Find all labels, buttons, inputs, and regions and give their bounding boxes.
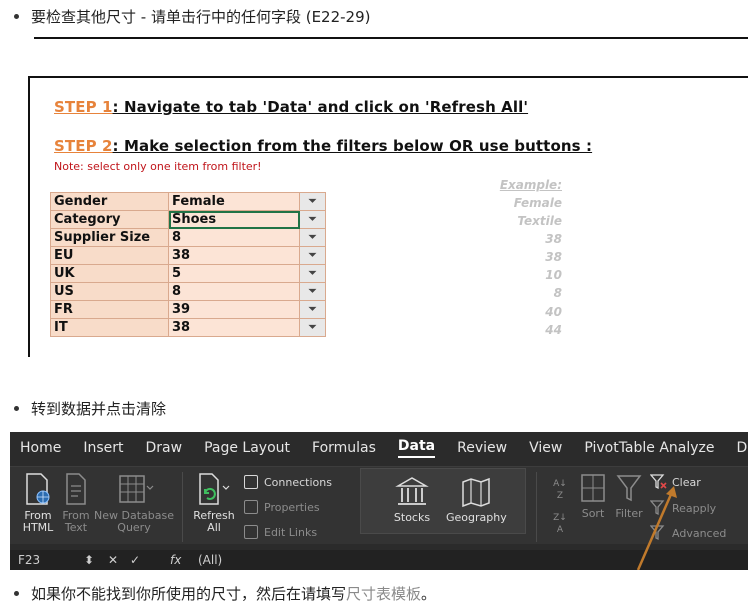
instruction-bullet-2: 转到数据并点击清除	[14, 398, 166, 419]
filter-dropdown-icon[interactable]: ⏷	[299, 300, 326, 319]
bullet-dot	[14, 591, 19, 596]
filter-label: Gender	[50, 192, 169, 211]
example-value: Female	[513, 196, 562, 210]
filter-label: EU	[50, 246, 169, 265]
example-value: 38	[545, 250, 562, 265]
filter-table: Gender Female ⏷ Category Shoes ⏷ Supplie…	[50, 192, 326, 337]
filter-label: Supplier Size	[50, 228, 169, 247]
instruction-text-3-suffix: 。	[421, 585, 437, 603]
example-value: 40	[545, 304, 562, 319]
excel-sheet-screenshot: STEP 1: Navigate to tab 'Data' and click…	[28, 76, 748, 357]
instruction-bullet-3: 如果你不能找到你所使用的尺寸，然后在请填写 尺寸表模板。	[14, 583, 436, 604]
instruction-text-1: 要检查其他尺寸 - 请单击行中的任何字段 (E22-29)	[31, 8, 371, 26]
example-value: 10	[545, 268, 562, 283]
filter-value-cell[interactable]: Female	[168, 192, 300, 211]
instruction-text-2: 转到数据并点击清除	[31, 400, 167, 418]
filter-value-cell[interactable]: 38	[168, 318, 300, 337]
bullet-dot	[14, 14, 19, 19]
filter-row: UK 5 ⏷	[50, 264, 326, 283]
filter-value-cell[interactable]: 5	[168, 264, 300, 283]
instruction-text-3: 如果你不能找到你所使用的尺寸，然后在请填写	[31, 585, 347, 603]
example-column: Example: Female Textile 38 38 10 8 40 44	[460, 177, 562, 339]
filter-label: US	[50, 282, 169, 301]
filter-label: IT	[50, 318, 169, 337]
step-2-number: STEP 2	[54, 137, 113, 155]
filter-dropdown-icon[interactable]: ⏷	[299, 246, 326, 265]
filter-dropdown-icon[interactable]: ⏷	[299, 192, 326, 211]
bullet-dot	[14, 406, 19, 411]
filter-row: IT 38 ⏷	[50, 318, 326, 337]
filter-row: US 8 ⏷	[50, 282, 326, 301]
size-chart-template-link[interactable]: 尺寸表模板	[346, 583, 421, 604]
filter-note: Note: select only one item from filter!	[54, 160, 262, 173]
step-1-number: STEP 1	[54, 98, 113, 116]
step-2-text: : Make selection from the filters below …	[112, 137, 593, 155]
step-2-heading: STEP 2: Make selection from the filters …	[54, 137, 592, 155]
filter-row: EU 38 ⏷	[50, 246, 326, 265]
filter-dropdown-icon[interactable]: ⏷	[299, 282, 326, 301]
filter-value-cell[interactable]: 8	[168, 282, 300, 301]
filter-label: UK	[50, 264, 169, 283]
excel-ribbon-screenshot: Home Insert Draw Page Layout Formulas Da…	[10, 432, 748, 570]
filter-dropdown-icon[interactable]: ⏷	[299, 210, 326, 229]
filter-label: Category	[50, 210, 169, 229]
example-header: Example:	[499, 178, 562, 192]
step-1-text: : Navigate to tab 'Data' and click on 'R…	[112, 98, 529, 116]
filter-value-cell[interactable]: 8	[168, 228, 300, 247]
example-value: 8	[553, 286, 562, 301]
filter-value-cell[interactable]: 39	[168, 300, 300, 319]
annotation-arrow-icon	[636, 486, 677, 570]
filter-row: Category Shoes ⏷	[50, 210, 326, 229]
filter-row: FR 39 ⏷	[50, 300, 326, 319]
filter-value-cell-selected[interactable]: Shoes	[168, 210, 300, 229]
example-value: Textile	[517, 214, 562, 229]
filter-dropdown-icon[interactable]: ⏷	[299, 264, 326, 283]
filter-row: Gender Female ⏷	[50, 192, 326, 211]
example-value: 38	[545, 232, 562, 247]
filter-label: FR	[50, 300, 169, 319]
filter-row: Supplier Size 8 ⏷	[50, 228, 326, 247]
filter-value-cell[interactable]: 38	[168, 246, 300, 265]
horizontal-rule	[34, 37, 748, 39]
step-1-heading: STEP 1: Navigate to tab 'Data' and click…	[54, 98, 528, 116]
filter-dropdown-icon[interactable]: ⏷	[299, 318, 326, 337]
filter-dropdown-icon[interactable]: ⏷	[299, 228, 326, 247]
instruction-bullet-1: 要检查其他尺寸 - 请单击行中的任何字段 (E22-29)	[14, 6, 371, 27]
example-value: 44	[545, 322, 562, 337]
